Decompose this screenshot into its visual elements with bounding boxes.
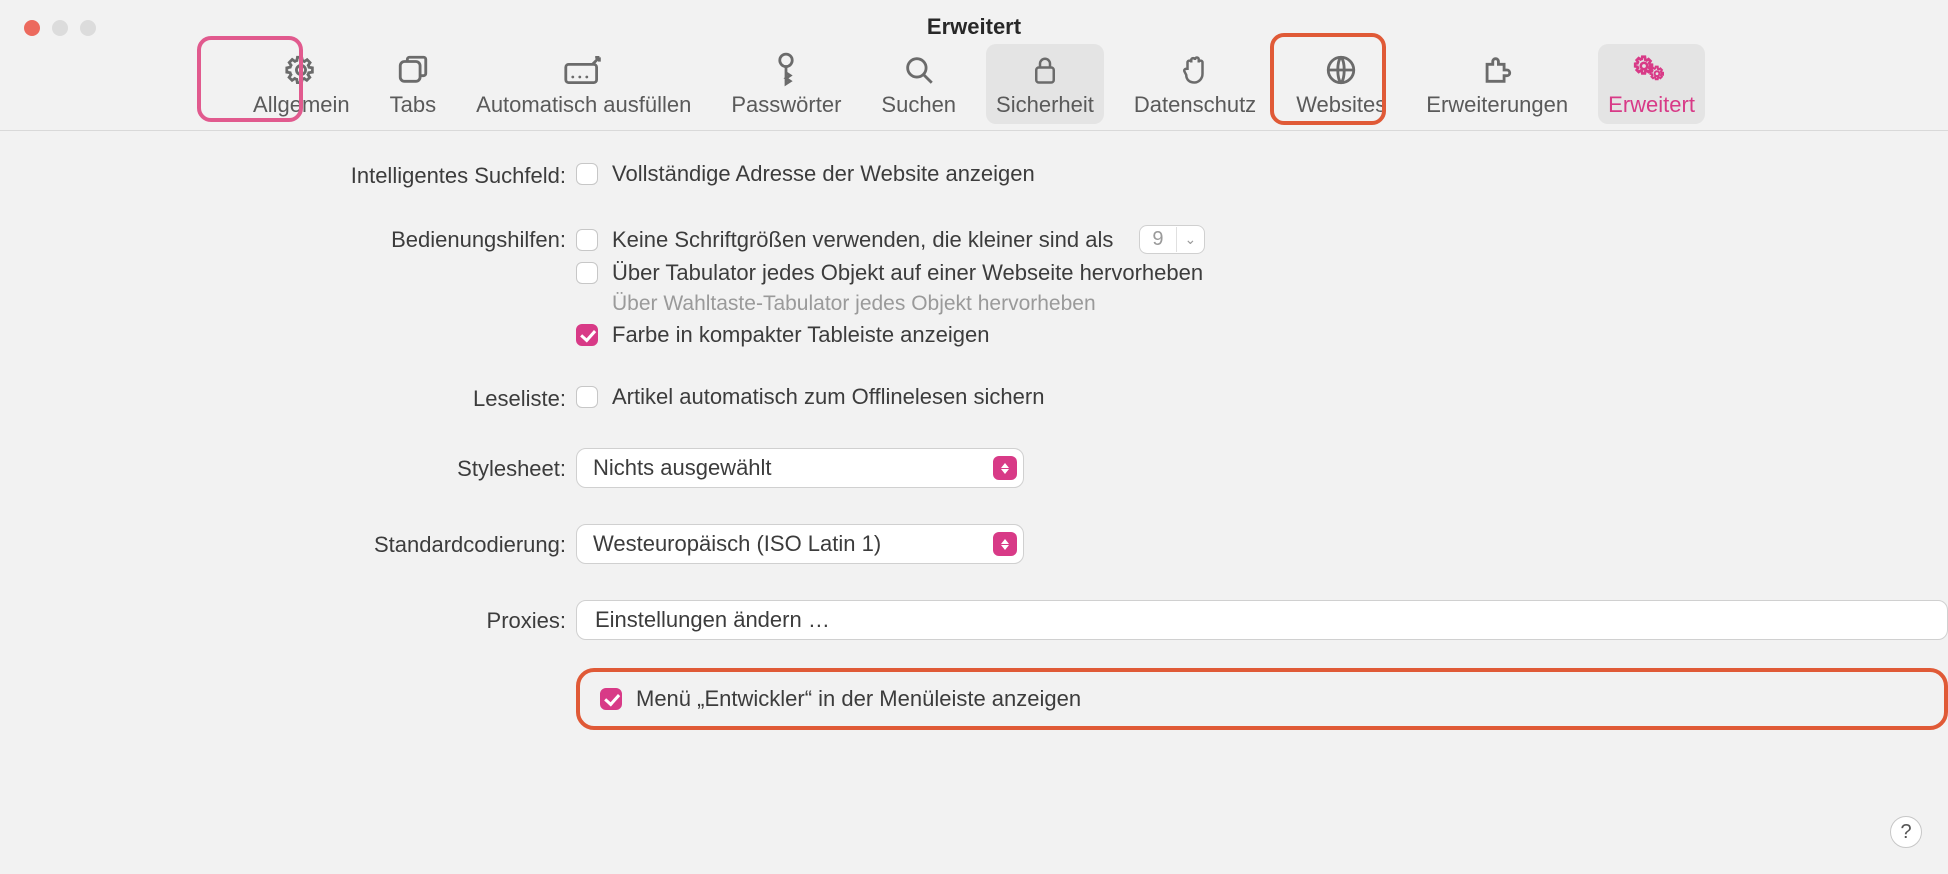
updown-chevron-icon [993,456,1017,480]
advanced-pane: Intelligentes Suchfeld: Vollständige Adr… [0,155,1948,874]
stylesheet-value: Nichts ausgewählt [593,455,772,481]
stylesheet-select[interactable]: Nichts ausgewählt [576,448,1024,488]
window-title: Erweitert [0,14,1948,40]
develop-menu-checkbox[interactable] [600,688,622,710]
min-font-size-checkbox[interactable] [576,229,598,251]
save-offline-checkbox[interactable] [576,386,598,408]
hand-icon [1180,50,1210,90]
min-font-size-stepper[interactable]: 9 ⌄ [1139,225,1205,254]
search-icon [902,50,936,90]
encoding-value: Westeuropäisch (ISO Latin 1) [593,531,881,557]
compact-tab-color-checkbox[interactable] [576,324,598,346]
readinglist-label: Leseliste: [0,384,576,412]
globe-icon [1324,50,1358,90]
autofill-icon [563,50,605,90]
tab-label: Erweiterungen [1426,92,1568,118]
encoding-select[interactable]: Westeuropäisch (ISO Latin 1) [576,524,1024,564]
help-button[interactable]: ? [1890,816,1922,848]
lock-icon [1030,50,1060,90]
compact-tab-color-label: Farbe in kompakter Tableiste anzeigen [612,322,989,348]
proxies-button-label: Einstellungen ändern … [595,607,830,633]
tab-label: Datenschutz [1134,92,1256,118]
tab-label: Passwörter [731,92,841,118]
proxies-change-button[interactable]: Einstellungen ändern … [576,600,1948,640]
help-label: ? [1900,821,1911,844]
proxies-label: Proxies: [0,600,576,634]
tab-label: Tabs [390,92,436,118]
preferences-window: Erweitert Allgemein Tabs Automatisch aus… [0,0,1948,874]
highlight-develop-menu: Menü „Entwickler“ in der Menüleiste anze… [576,668,1948,730]
preferences-toolbar: Allgemein Tabs Automatisch ausfüllen Pas… [0,44,1948,134]
tab-passwords[interactable]: Passwörter [721,44,851,124]
tab-security[interactable]: Sicherheit [986,44,1104,124]
puzzle-icon [1480,50,1514,90]
tab-label: Websites [1296,92,1386,118]
updown-chevron-icon [993,532,1017,556]
tab-label: Sicherheit [996,92,1094,118]
tab-label: Erweitert [1608,92,1695,118]
show-full-address-label: Vollständige Adresse der Website anzeige… [612,161,1035,187]
tab-privacy[interactable]: Datenschutz [1124,44,1266,124]
tab-label: Allgemein [253,92,350,118]
tab-highlight-label: Über Tabulator jedes Objekt auf einer We… [612,260,1203,286]
gears-icon [1632,50,1672,90]
stylesheet-label: Stylesheet: [0,448,576,482]
min-font-size-label: Keine Schriftgrößen verwenden, die klein… [612,227,1113,253]
toolbar-divider [0,130,1948,131]
tab-highlight-hint: Über Wahltaste-Tabulator jedes Objekt he… [612,292,1948,316]
tab-highlight-checkbox[interactable] [576,262,598,284]
tab-general[interactable]: Allgemein [243,44,360,124]
develop-menu-label: Menü „Entwickler“ in der Menüleiste anze… [636,686,1081,712]
key-icon [773,50,799,90]
gear-icon [284,50,318,90]
encoding-label: Standardcodierung: [0,524,576,558]
tab-websites[interactable]: Websites [1286,44,1396,124]
tabs-icon [396,50,430,90]
smartsearch-label: Intelligentes Suchfeld: [0,161,576,189]
tab-tabs[interactable]: Tabs [380,44,446,124]
tab-extensions[interactable]: Erweiterungen [1416,44,1578,124]
tab-advanced[interactable]: Erweitert [1598,44,1705,124]
save-offline-label: Artikel automatisch zum Offlinelesen sic… [612,384,1044,410]
chevron-down-icon: ⌄ [1176,227,1205,252]
min-font-size-value: 9 [1140,226,1175,253]
tab-label: Suchen [881,92,956,118]
tab-search[interactable]: Suchen [871,44,966,124]
accessibility-label: Bedienungshilfen: [0,225,576,253]
show-full-address-checkbox[interactable] [576,163,598,185]
tab-label: Automatisch ausfüllen [476,92,691,118]
tab-autofill[interactable]: Automatisch ausfüllen [466,44,701,124]
